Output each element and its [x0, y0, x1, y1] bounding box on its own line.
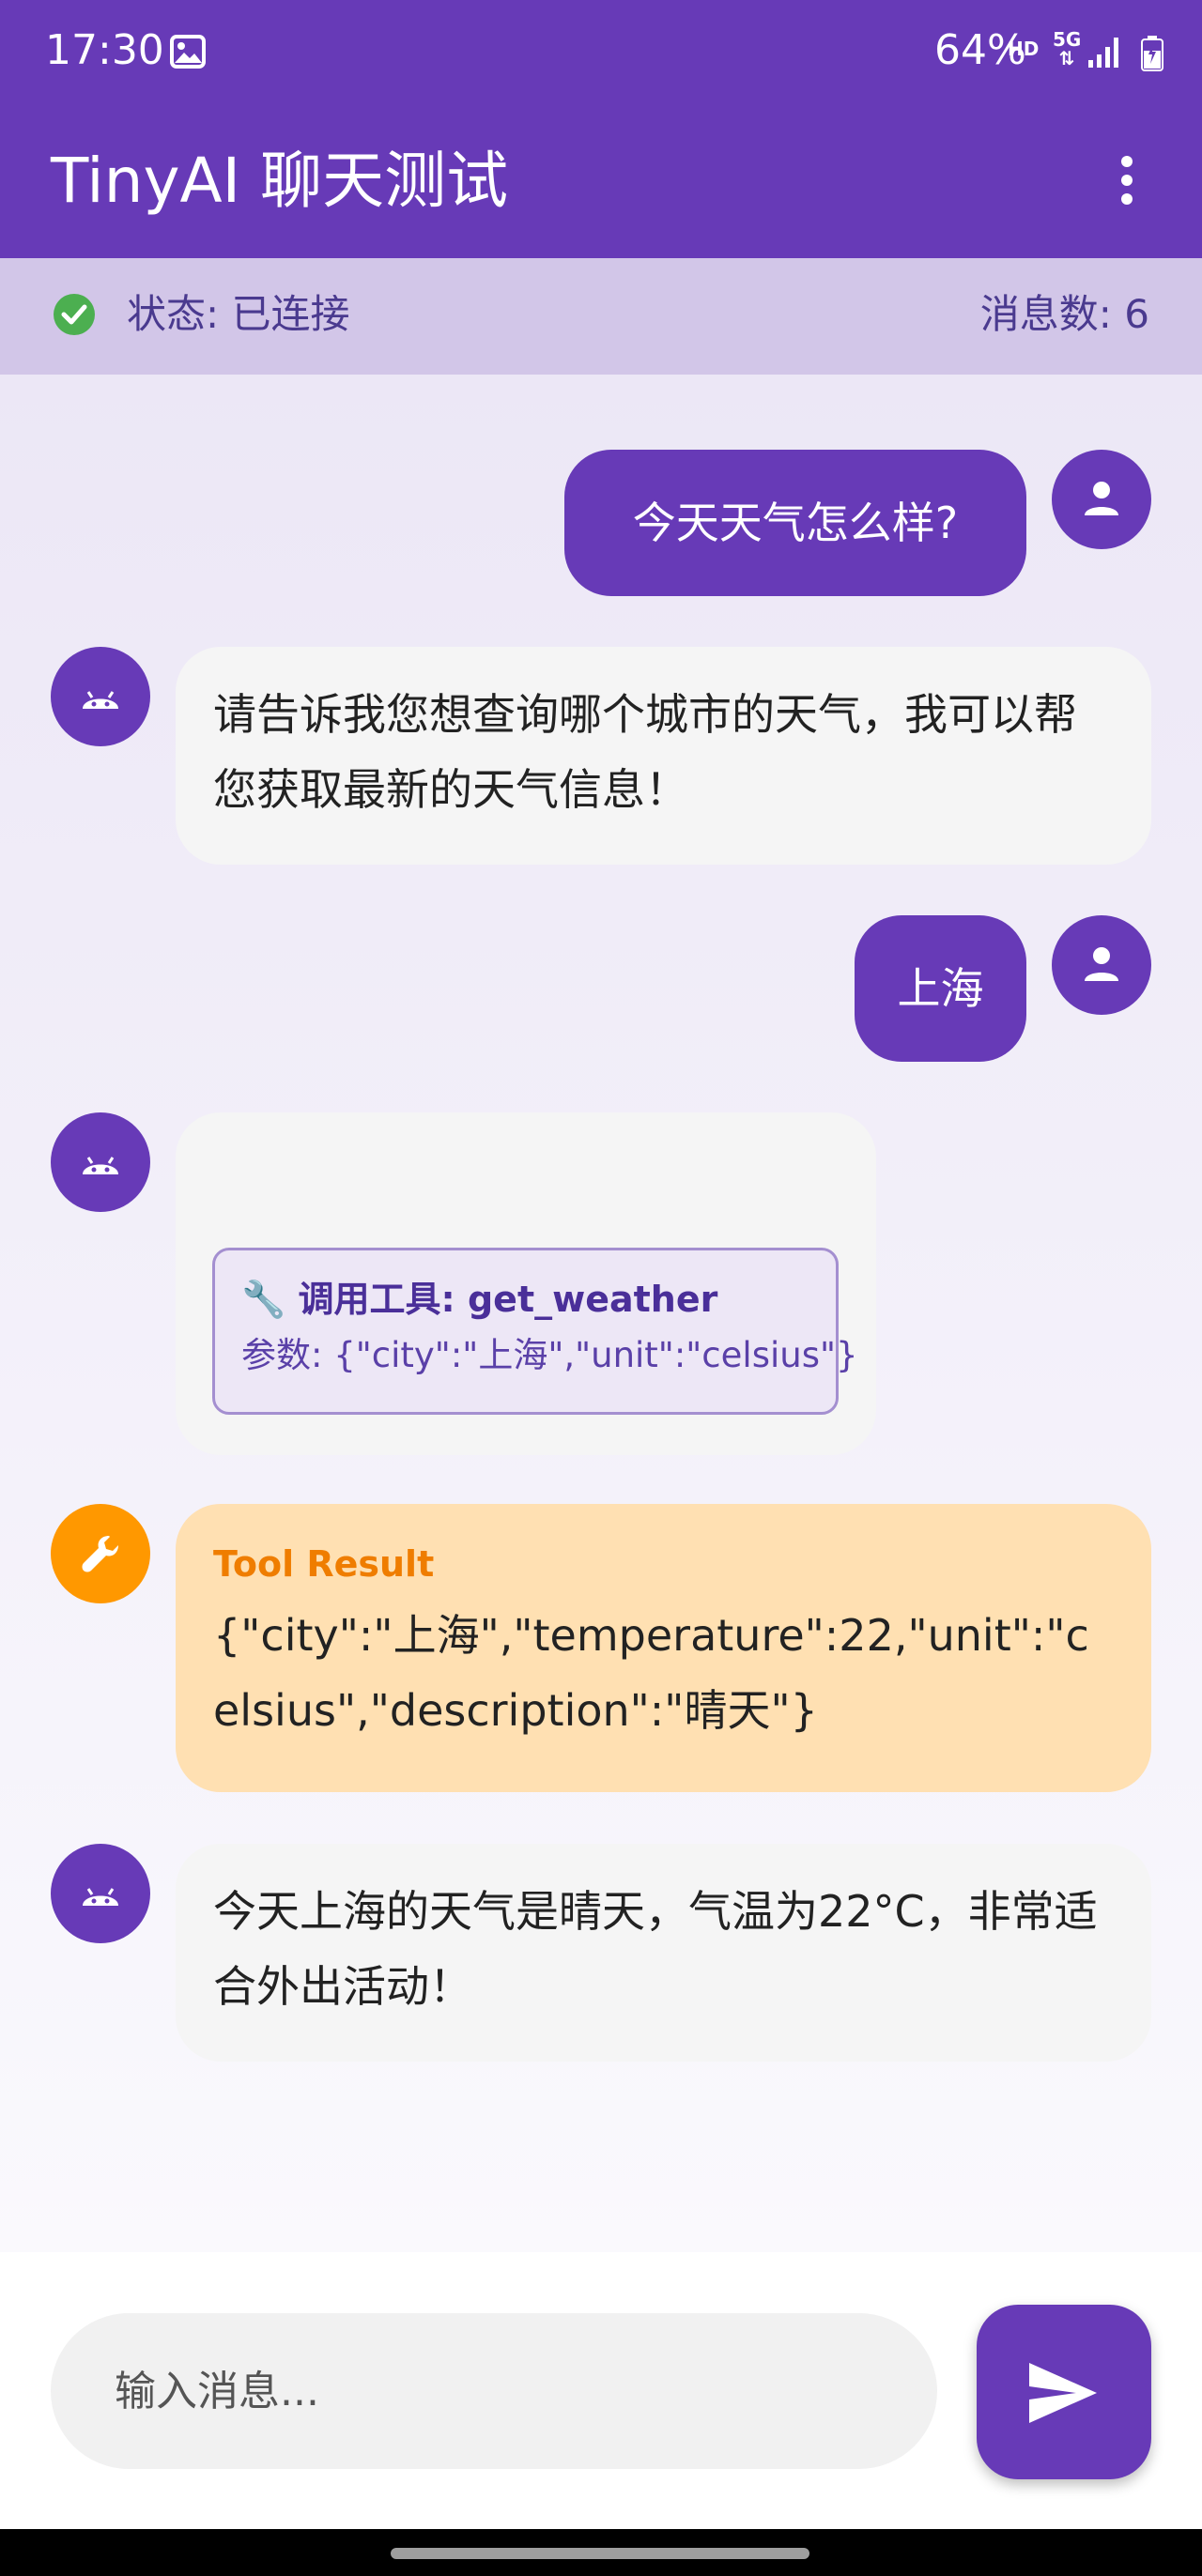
- tool-result-bubble: Tool Result {"city":"上海","temperature":2…: [176, 1504, 1151, 1792]
- user-message-bubble: 上海: [855, 915, 1026, 1062]
- more-vert-icon[interactable]: [1110, 143, 1144, 218]
- battery-icon: [1141, 36, 1163, 71]
- app-root: 17:30 64% HD 5G ⇅ TinyAI 聊天测试 状态: 已连接 消息…: [0, 0, 1202, 2576]
- user-avatar: [1052, 450, 1151, 549]
- assistant-message-bubble: 今天上海的天气是晴天，气温为22°C，非常适合外出活动！: [176, 1844, 1151, 2062]
- data-arrows-icon: ⇅: [1058, 47, 1075, 69]
- system-nav-bar: [0, 2529, 1202, 2576]
- system-status-bar: 17:30 64% HD 5G ⇅: [0, 0, 1202, 105]
- send-icon: [1029, 2363, 1097, 2423]
- android-icon: [83, 1157, 118, 1174]
- page-title: TinyAI 聊天测试: [51, 145, 509, 217]
- connection-status-text: 状态: 已连接: [127, 291, 350, 337]
- message-text: {"city":"上海","temperature":22,"unit":"ce…: [213, 1610, 1089, 1736]
- person-icon: [1085, 482, 1118, 515]
- android-icon: [83, 1888, 118, 1906]
- home-gesture-handle[interactable]: [391, 2548, 809, 2559]
- assistant-avatar: [51, 1844, 150, 1943]
- tool-result-label: Tool Result: [213, 1543, 435, 1585]
- message-text: 上海: [897, 963, 984, 1014]
- user-message-bubble: 今天天气怎么样?: [564, 450, 1026, 596]
- network-type: 5G ⇅: [1053, 30, 1081, 71]
- tool-avatar: [51, 1504, 150, 1603]
- assistant-avatar: [51, 647, 150, 746]
- message-text: 请告诉我您想查询哪个城市的天气，我可以帮您获取最新的天气信息！: [213, 689, 1077, 815]
- message-text: 今天上海的天气是晴天，气温为22°C，非常适合外出活动！: [213, 1886, 1098, 2012]
- assistant-avatar: [51, 1112, 150, 1212]
- app-bar: TinyAI 聊天测试: [0, 105, 1202, 258]
- signal-icon: [1088, 38, 1118, 68]
- tool-call-card: 🔧 调用工具: get_weather 参数: {"city":"上海","un…: [212, 1248, 858, 1415]
- message-input[interactable]: [51, 2313, 937, 2469]
- android-icon: [83, 691, 118, 709]
- message-count: 消息数: 6: [979, 291, 1149, 337]
- person-icon: [1085, 947, 1118, 981]
- wrench-icon: [82, 1536, 118, 1572]
- check-circle-icon: [54, 294, 95, 335]
- clock: 17:30: [45, 26, 164, 74]
- tool-call-title: 🔧 调用工具: get_weather: [241, 1279, 718, 1320]
- send-button[interactable]: [977, 2305, 1151, 2479]
- assistant-message-bubble: 请告诉我您想查询哪个城市的天气，我可以帮您获取最新的天气信息！: [176, 647, 1151, 865]
- user-avatar: [1052, 915, 1151, 1015]
- gallery-icon: [170, 35, 206, 69]
- tool-call-args: 参数: {"city":"上海","unit":"celsius"}: [241, 1335, 858, 1375]
- hd-indicator: HD: [1008, 38, 1040, 60]
- message-text: 今天天气怎么样?: [632, 498, 959, 548]
